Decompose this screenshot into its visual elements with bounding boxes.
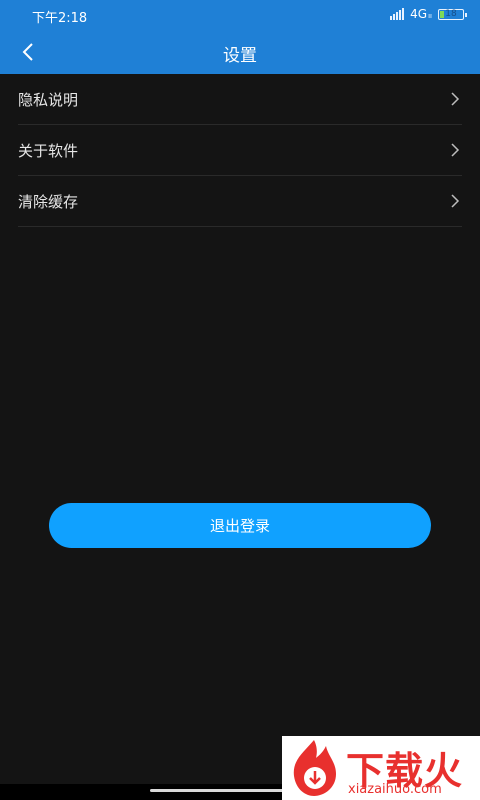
settings-list: 隐私说明 关于软件 清除缓存 — [18, 74, 462, 227]
settings-item-privacy[interactable]: 隐私说明 — [18, 74, 462, 125]
battery-icon: 18 — [438, 8, 467, 20]
settings-item-label: 隐私说明 — [18, 90, 79, 109]
chevron-right-icon — [451, 92, 460, 106]
app-header: 设置 — [0, 30, 480, 74]
settings-item-label: 关于软件 — [18, 141, 79, 160]
chevron-right-icon — [451, 143, 460, 157]
watermark-domain: xiazaihuo.com — [348, 782, 442, 797]
watermark: 下载火 xiazaihuo.com — [282, 736, 480, 800]
battery-level: 18 — [445, 8, 457, 19]
status-bar: 下午2:18 4G ıı 18 — [0, 0, 480, 30]
status-time: 下午2:18 — [32, 11, 88, 26]
settings-item-clear-cache[interactable]: 清除缓存 — [18, 176, 462, 227]
page-title: 设置 — [223, 46, 257, 66]
logout-button[interactable]: 退出登录 — [49, 503, 431, 548]
flame-logo-icon — [293, 740, 336, 796]
network-type: 4G — [410, 7, 428, 21]
network-sub: ıı — [428, 12, 432, 20]
chevron-right-icon — [451, 194, 460, 208]
signal-icon — [390, 8, 405, 20]
settings-item-about[interactable]: 关于软件 — [18, 125, 462, 176]
status-indicators: 4G ıı 18 — [390, 7, 467, 21]
settings-item-label: 清除缓存 — [18, 192, 79, 211]
